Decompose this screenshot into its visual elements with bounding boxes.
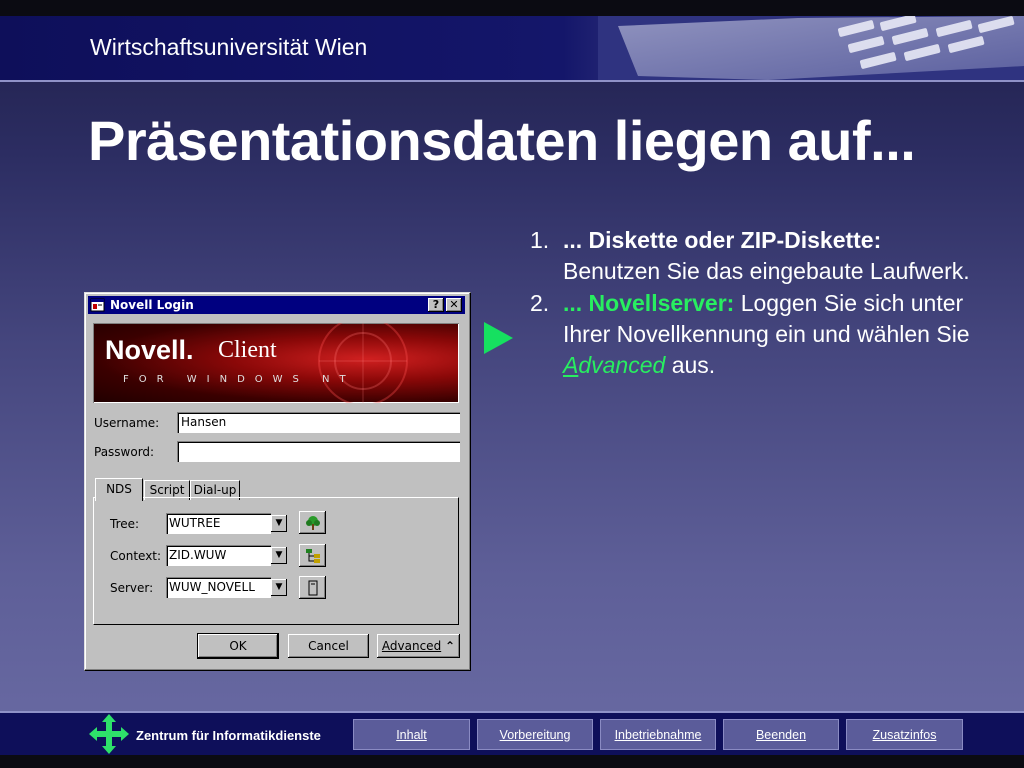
item-number: 2. xyxy=(530,290,550,316)
keyboard-image xyxy=(598,16,1024,80)
chevron-down-icon[interactable]: ▼ xyxy=(271,579,287,596)
novell-client-banner: Novell. Client FOR WINDOWS NT xyxy=(93,323,459,403)
server-dropdown[interactable]: WUW_NOVELL ▼ xyxy=(166,577,289,598)
context-label: Context: xyxy=(110,549,162,563)
tree-dropdown[interactable]: WUTREE ▼ xyxy=(166,513,289,534)
dialog-title: Novell Login xyxy=(110,298,194,312)
tab-nds[interactable]: NDS xyxy=(95,478,143,501)
item-heading: ... Novellserver: xyxy=(563,290,735,316)
browse-tree-button[interactable] xyxy=(299,511,326,534)
item-end: aus. xyxy=(671,352,716,378)
username-label: Username: xyxy=(94,416,160,430)
app-icon xyxy=(90,297,106,313)
browse-server-button[interactable] xyxy=(299,576,326,599)
play-arrow-icon xyxy=(484,322,513,354)
novell-login-dialog: Novell Login ? ✕ Novell. Client FOR WIND… xyxy=(84,292,471,671)
server-label: Server: xyxy=(110,581,154,595)
dialog-titlebar[interactable]: Novell Login ? ✕ xyxy=(88,296,465,314)
four-arrows-icon xyxy=(89,714,129,754)
server-value: WUW_NOVELL xyxy=(166,577,271,598)
password-label: Password: xyxy=(94,445,155,459)
top-strip xyxy=(0,0,1024,16)
slide-title: Präsentationsdaten liegen auf... xyxy=(88,109,916,172)
header-divider xyxy=(0,80,1024,82)
close-button[interactable]: ✕ xyxy=(446,298,462,312)
server-icon xyxy=(308,580,317,595)
context-dropdown[interactable]: ZID.WUW ▼ xyxy=(166,545,289,566)
university-name: Wirtschaftsuniversität Wien xyxy=(90,34,368,60)
advanced-label: Advanced xyxy=(381,639,442,653)
instruction-list: 1. ... Diskette oder ZIP-Diskette: Benut… xyxy=(530,225,970,381)
department-name: Zentrum für Informatikdienste xyxy=(136,728,321,743)
nav-button-inbetriebnahme[interactable]: Inbetriebnahme xyxy=(600,719,716,750)
username-field[interactable]: Hansen xyxy=(177,412,460,433)
advanced-rest: dvanced xyxy=(578,352,666,378)
context-value: ZID.WUW xyxy=(166,545,271,566)
advanced-button[interactable]: Advanced ⌃ xyxy=(377,634,460,658)
list-item: 1. ... Diskette oder ZIP-Diskette: Benut… xyxy=(530,225,970,287)
banner-brand: Novell. xyxy=(105,335,194,365)
chevron-up-double-icon: ⌃ xyxy=(445,639,456,653)
help-button[interactable]: ? xyxy=(428,298,444,312)
list-item: 2. ... Novellserver: Loggen Sie sich unt… xyxy=(530,288,970,381)
nav-button-zusatzinfos[interactable]: Zusatzinfos xyxy=(846,719,963,750)
item-text: Benutzen Sie das eingebaute Laufwerk. xyxy=(563,258,970,284)
item-number: 1. xyxy=(530,227,550,253)
tree-label: Tree: xyxy=(110,517,140,531)
advanced-reference: Advanced xyxy=(563,352,665,378)
nav-button-inhalt[interactable]: Inhalt xyxy=(353,719,470,750)
tree-value: WUTREE xyxy=(166,513,271,534)
chevron-down-icon[interactable]: ▼ xyxy=(271,547,287,564)
banner-subtitle: FOR WINDOWS NT xyxy=(123,374,356,385)
item-heading: ... Diskette oder ZIP-Diskette: xyxy=(563,227,882,253)
bottom-strip xyxy=(0,755,1024,768)
nav-button-vorbereitung[interactable]: Vorbereitung xyxy=(477,719,593,750)
password-field[interactable] xyxy=(177,441,460,462)
browse-context-button[interactable] xyxy=(299,544,326,567)
chevron-down-icon[interactable]: ▼ xyxy=(271,515,287,532)
tree-icon xyxy=(305,515,320,530)
context-hierarchy-icon xyxy=(305,548,320,563)
banner-product: Client xyxy=(218,337,277,363)
cancel-button[interactable]: Cancel xyxy=(288,634,369,658)
advanced-underlined-letter: A xyxy=(563,352,579,378)
nav-button-beenden[interactable]: Beenden xyxy=(723,719,839,750)
ok-button[interactable]: OK xyxy=(197,633,279,659)
